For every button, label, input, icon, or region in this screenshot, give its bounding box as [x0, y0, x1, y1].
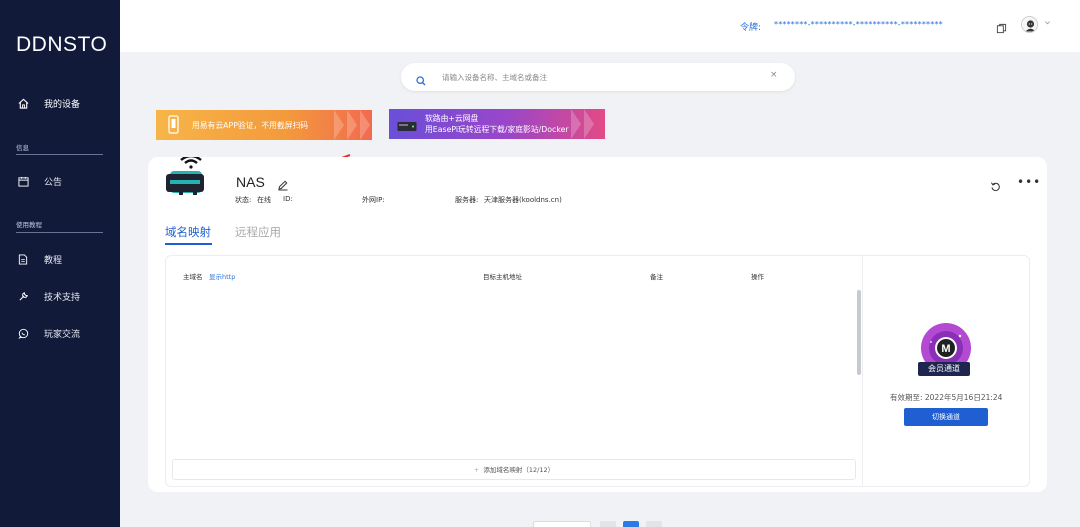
- tab-domain-mapping[interactable]: 域名映射: [165, 224, 211, 240]
- sidebar-item-community[interactable]: 玩家交流: [0, 322, 120, 344]
- edit-icon[interactable]: [277, 176, 289, 191]
- sidebar: DDNSTO 我的设备 信息 公告 使用教程 教程 技术支持 玩家交流: [0, 0, 120, 527]
- promo-banner-easepi[interactable]: 软路由+云网盘 用EasePi玩转远程下载/家庭影站/Docker: [389, 109, 605, 139]
- sidebar-item-my-devices[interactable]: 我的设备: [0, 92, 120, 114]
- router-icon: [397, 117, 417, 136]
- current-page-button[interactable]: [623, 521, 639, 527]
- banner-text-line1: 软路由+云网盘: [425, 114, 479, 123]
- search-input[interactable]: 请输入设备名称、主域名或备注: [442, 72, 547, 83]
- router-wifi-icon: [165, 154, 217, 197]
- section-title-info: 信息: [16, 144, 29, 152]
- home-icon: [16, 96, 30, 110]
- sidebar-item-label: 公告: [44, 177, 63, 188]
- more-menu-icon[interactable]: •••: [1017, 175, 1041, 189]
- public-ip-label: 外网IP:: [362, 196, 385, 204]
- member-channel-label: 会员通道: [918, 362, 970, 376]
- server-label: 服务器:: [455, 196, 479, 204]
- device-name: NAS: [236, 174, 265, 190]
- section-divider: [16, 154, 103, 155]
- sidebar-item-label: 技术支持: [44, 292, 81, 303]
- section-title-tutorial: 使用教程: [16, 221, 42, 229]
- sidebar-item-label: 教程: [44, 255, 63, 266]
- copy-icon[interactable]: [996, 19, 1008, 34]
- banner-text-line2: 用EasePi玩转远程下载/家庭影站/Docker: [425, 125, 569, 134]
- calendar-icon: [16, 174, 30, 188]
- status-value: 在线: [257, 196, 271, 204]
- next-page-button[interactable]: [646, 521, 662, 527]
- vip-letter: M: [941, 343, 950, 355]
- wrench-icon: [16, 289, 30, 303]
- token-value: ********-**********-**********-*********…: [774, 20, 943, 29]
- sidebar-item-label: 玩家交流: [44, 329, 81, 340]
- chat-icon: [16, 326, 30, 340]
- prev-page-button[interactable]: [600, 521, 616, 527]
- phone-icon: [168, 115, 180, 139]
- col-header-target: 目标主机地址: [483, 273, 522, 281]
- search-icon: [416, 71, 426, 90]
- document-icon: [16, 252, 30, 266]
- search-bar[interactable]: 请输入设备名称、主域名或备注 ×: [401, 63, 795, 91]
- user-avatar[interactable]: [1021, 16, 1038, 33]
- page-size-select[interactable]: [533, 521, 591, 527]
- top-header: 令牌: ********-**********-**********-*****…: [120, 0, 1080, 52]
- promo-banner-app[interactable]: 用易有云APP验证，不用截屏扫码: [156, 110, 372, 140]
- add-domain-mapping-button[interactable]: + 添加域名映射（12/12）: [172, 459, 856, 480]
- device-card: NAS 状态: 在线 ID: 外网IP: 服务器: 天津服务器(kooldns.…: [148, 154, 1047, 492]
- expire-date: 有效期至: 2022年5月16日21:24: [890, 393, 1003, 402]
- refresh-icon[interactable]: [990, 177, 1001, 192]
- active-tab-indicator: [165, 243, 212, 245]
- app-logo: DDNSTO: [16, 33, 108, 56]
- plus-icon: +: [473, 466, 480, 474]
- chevron-down-icon[interactable]: [1044, 19, 1051, 28]
- sidebar-item-announcements[interactable]: 公告: [0, 170, 120, 192]
- show-http-link[interactable]: 显示http: [209, 271, 235, 281]
- col-header-note: 备注: [650, 273, 663, 281]
- clear-icon[interactable]: ×: [770, 70, 778, 80]
- sidebar-item-support[interactable]: 技术支持: [0, 285, 120, 307]
- tab-remote-apps[interactable]: 远程应用: [235, 224, 281, 240]
- table-scrollbar[interactable]: [857, 290, 861, 375]
- sidebar-item-tutorial[interactable]: 教程: [0, 248, 120, 270]
- token-label: 令牌:: [740, 23, 762, 33]
- col-header-action: 操作: [751, 273, 764, 281]
- switch-channel-button[interactable]: 切换通道: [904, 408, 988, 426]
- server-value: 天津服务器(kooldns.cn): [484, 196, 562, 204]
- panel-divider: [862, 256, 863, 486]
- mapping-panel: 主域名 显示http 目标主机地址 备注 操作 + 添加域名映射（12/12） M…: [165, 255, 1030, 487]
- device-id-label: ID:: [283, 195, 293, 203]
- col-header-domain: 主域名: [183, 273, 203, 281]
- add-mapping-label: 添加域名映射（12/12）: [483, 466, 555, 474]
- section-divider: [16, 232, 103, 233]
- banner-text: 用易有云APP验证，不用截屏扫码: [192, 121, 309, 130]
- sidebar-item-label: 我的设备: [44, 99, 81, 110]
- status-label: 状态:: [235, 196, 252, 204]
